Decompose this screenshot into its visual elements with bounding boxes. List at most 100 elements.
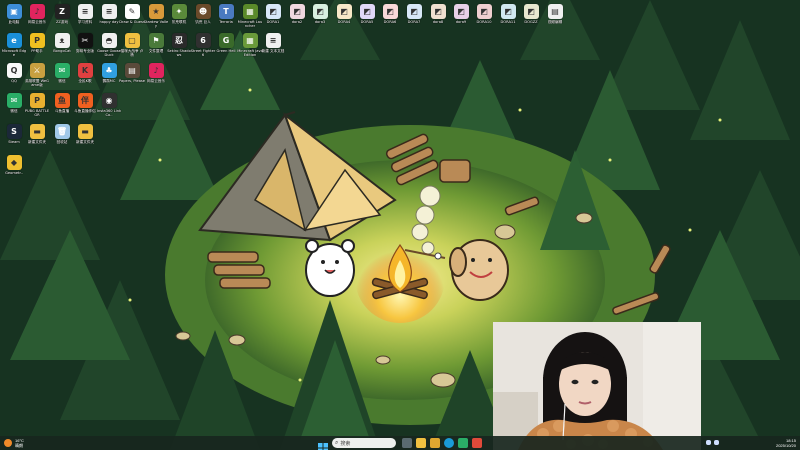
app-icon: 🗑 <box>54 124 70 139</box>
app-icon: K <box>77 63 93 78</box>
tray-volume-icon[interactable] <box>714 440 719 445</box>
desktop-icon[interactable]: 伴斗鱼直播伴侣 <box>73 93 97 113</box>
desktop-icon[interactable]: ≡ 新建 文本文档 <box>261 33 285 53</box>
desktop-icon[interactable]: P PUBG BATTLEGR <box>25 93 49 117</box>
desktop-icon[interactable]: ♪ 网易云音乐 <box>25 4 49 24</box>
app-icon: ◩ <box>289 4 305 19</box>
folder-icon[interactable] <box>430 438 440 448</box>
desktop-icon-label: Insta360 Link Co.. <box>96 109 122 118</box>
desktop-icon[interactable]: Q QQ <box>2 63 26 83</box>
file-explorer-icon[interactable] <box>416 438 426 448</box>
desktop-icon[interactable]: ◩ DORA4 <box>332 4 356 24</box>
taskbar-app-icon[interactable] <box>472 438 482 448</box>
desktop-icon-label: 剪映专业版 <box>76 49 94 53</box>
desktop-icon[interactable]: G Green Hell <box>214 33 238 53</box>
app-icon: ▢ <box>124 33 140 48</box>
desktop-icon-label: Terraria <box>219 20 233 24</box>
desktop-icon[interactable]: ✦ 饥荒联机 <box>167 4 191 24</box>
desktop-icon[interactable]: ★ Stardew Valley <box>144 4 168 28</box>
desktop-icon[interactable]: ◩ DOGZZ <box>519 4 543 24</box>
desktop-icon[interactable]: ✂ 剪映专业版 <box>73 33 97 53</box>
desktop-icon[interactable]: ☻ 饥荒 巨人 <box>191 4 215 24</box>
desktop-icon[interactable]: ▦ Minecraft Java Edition <box>237 33 263 57</box>
search-placeholder: 搜索 <box>340 440 351 447</box>
app-icon: ≡ <box>77 4 93 19</box>
desktop-icon[interactable]: ◩ DORA5 <box>355 4 379 24</box>
desktop-icon-label: 斗鱼直播伴侣 <box>74 109 96 113</box>
desktop-icon[interactable]: ⚑ 文件整理 <box>144 33 168 53</box>
desktop-icon[interactable]: P PP助手 <box>25 33 49 53</box>
weather-icon[interactable] <box>4 439 12 447</box>
desktop-icon[interactable]: ◉ Insta360 Link Co.. <box>97 93 121 117</box>
weather-widget[interactable]: 16°C 晴朗 <box>15 438 24 448</box>
desktop-icon[interactable]: 忍 Sekiro Shadows <box>167 33 191 57</box>
desktop-icon[interactable]: ▬ 新建文件夹 <box>73 124 97 144</box>
desktop-icon[interactable]: 6 Street Fighter 6 <box>191 33 215 57</box>
edge-browser-icon[interactable] <box>444 438 454 448</box>
app-icon: ◓ <box>101 33 117 48</box>
desktop-icon[interactable]: ◩ DORA11 <box>496 4 520 24</box>
desktop-icon-label: DORA1 <box>266 20 280 24</box>
app-icon: ≡ <box>265 33 281 48</box>
desktop: ▣ 此电脑 ♪ 网易云音乐 Z ZZ游戏 ≡ 学习资料 ≡ happy day ✎ Draw & Gu… <box>0 0 800 450</box>
app-icon: ◩ <box>359 4 375 19</box>
desktop-icon[interactable]: ▦ Minecraft Launcher <box>238 4 262 28</box>
desktop-icon-label: 网易云音乐 <box>28 20 46 24</box>
taskbar: 16°C 晴朗 ⌕ 搜索 18:15 2025/10/20 <box>0 436 800 450</box>
desktop-icon[interactable]: Z ZZ游戏 <box>50 4 74 24</box>
desktop-icon[interactable]: ✉ 微信 <box>50 63 74 83</box>
desktop-icon[interactable]: T Terraria <box>214 4 238 24</box>
desktop-icon[interactable]: K 全民K歌 <box>73 63 97 83</box>
app-icon: ▦ <box>242 33 258 48</box>
app-icon: P <box>29 33 45 48</box>
desktop-icon[interactable]: ◩ dora8 <box>426 4 450 24</box>
wechat-icon[interactable] <box>458 438 468 448</box>
desktop-icon[interactable]: ◩ DORA1 <box>261 4 285 24</box>
weather-text: 晴朗 <box>15 443 23 448</box>
desktop-icon[interactable]: ◩ dora9 <box>449 4 473 24</box>
desktop-icon[interactable]: ▤ 视频编辑 <box>543 4 567 24</box>
desktop-icon[interactable]: ⚔ 英雄联盟 WeGame版 <box>25 63 49 87</box>
desktop-icon[interactable]: ◩ DORA6 <box>378 4 402 24</box>
desktop-icon-label: 学习资料 <box>77 20 93 24</box>
app-icon: ✎ <box>124 4 140 19</box>
desktop-icon-label: Draw & Guess <box>119 20 145 24</box>
desktop-icon[interactable]: ♪ 网易云音乐 <box>144 63 168 83</box>
app-icon: ◩ <box>265 4 281 19</box>
desktop-icon-label: PP助手 <box>31 49 43 53</box>
desktop-icon-label: DOGZZ <box>524 20 538 24</box>
taskbar-search-input[interactable]: ⌕ 搜索 <box>332 438 396 448</box>
desktop-icon[interactable]: ◩ DORA7 <box>402 4 426 24</box>
desktop-icon[interactable]: ▤ Papers, Please <box>119 63 145 83</box>
desktop-icon[interactable]: ◩ dora3 <box>308 4 332 24</box>
desktop-icon[interactable]: ≡ 学习资料 <box>73 4 97 24</box>
desktop-icon[interactable]: ◩ DORA10 <box>472 4 496 24</box>
desktop-icon-label: Papers, Please <box>119 79 145 83</box>
desktop-icon[interactable]: ♣ 鹦鹉MC <box>97 63 121 83</box>
desktop-icon[interactable]: ▣ 此电脑 <box>2 4 26 24</box>
desktop-icon[interactable]: S Steam <box>2 124 26 144</box>
desktop-icon[interactable]: e Microsoft Edge <box>2 33 26 57</box>
desktop-icon[interactable]: 鱼斗鱼直播 <box>50 93 74 113</box>
desktop-icon[interactable]: ▢ 猫咪大战争 卢杨 <box>120 33 144 57</box>
desktop-icon[interactable]: ◆ Geometr.. <box>2 155 26 175</box>
desktop-icon-label: 网易云音乐 <box>147 79 165 83</box>
desktop-icon[interactable]: ▬ 新建文件夹 <box>25 124 49 144</box>
app-icon: ▬ <box>29 124 45 139</box>
desktop-icon[interactable]: ≡ happy day <box>97 4 121 24</box>
clock-date: 2025/10/20 <box>775 443 796 448</box>
desktop-icon[interactable]: ᴥ BongoCat <box>50 33 74 53</box>
desktop-icon[interactable]: ◓ Goose Goose Duck <box>97 33 121 57</box>
desktop-icon[interactable]: ✉ 微信 <box>2 93 26 113</box>
app-icon: ᴥ <box>54 33 70 48</box>
desktop-icon[interactable]: ✎ Draw & Guess <box>119 4 145 24</box>
desktop-icon[interactable]: 🗑 回收站 <box>50 124 74 144</box>
desktop-icon-label: 全民K歌 <box>78 79 92 83</box>
desktop-icon-label: Green Hell <box>216 49 236 53</box>
desktop-icon[interactable]: ◩ dora2 <box>285 4 309 24</box>
clock[interactable]: 18:15 2025/10/20 <box>770 438 796 448</box>
task-view-icon[interactable] <box>402 438 412 448</box>
tray-network-icon[interactable] <box>706 440 711 445</box>
start-button-icon[interactable] <box>318 438 328 450</box>
desktop-icon-label: Geometr.. <box>5 171 23 175</box>
